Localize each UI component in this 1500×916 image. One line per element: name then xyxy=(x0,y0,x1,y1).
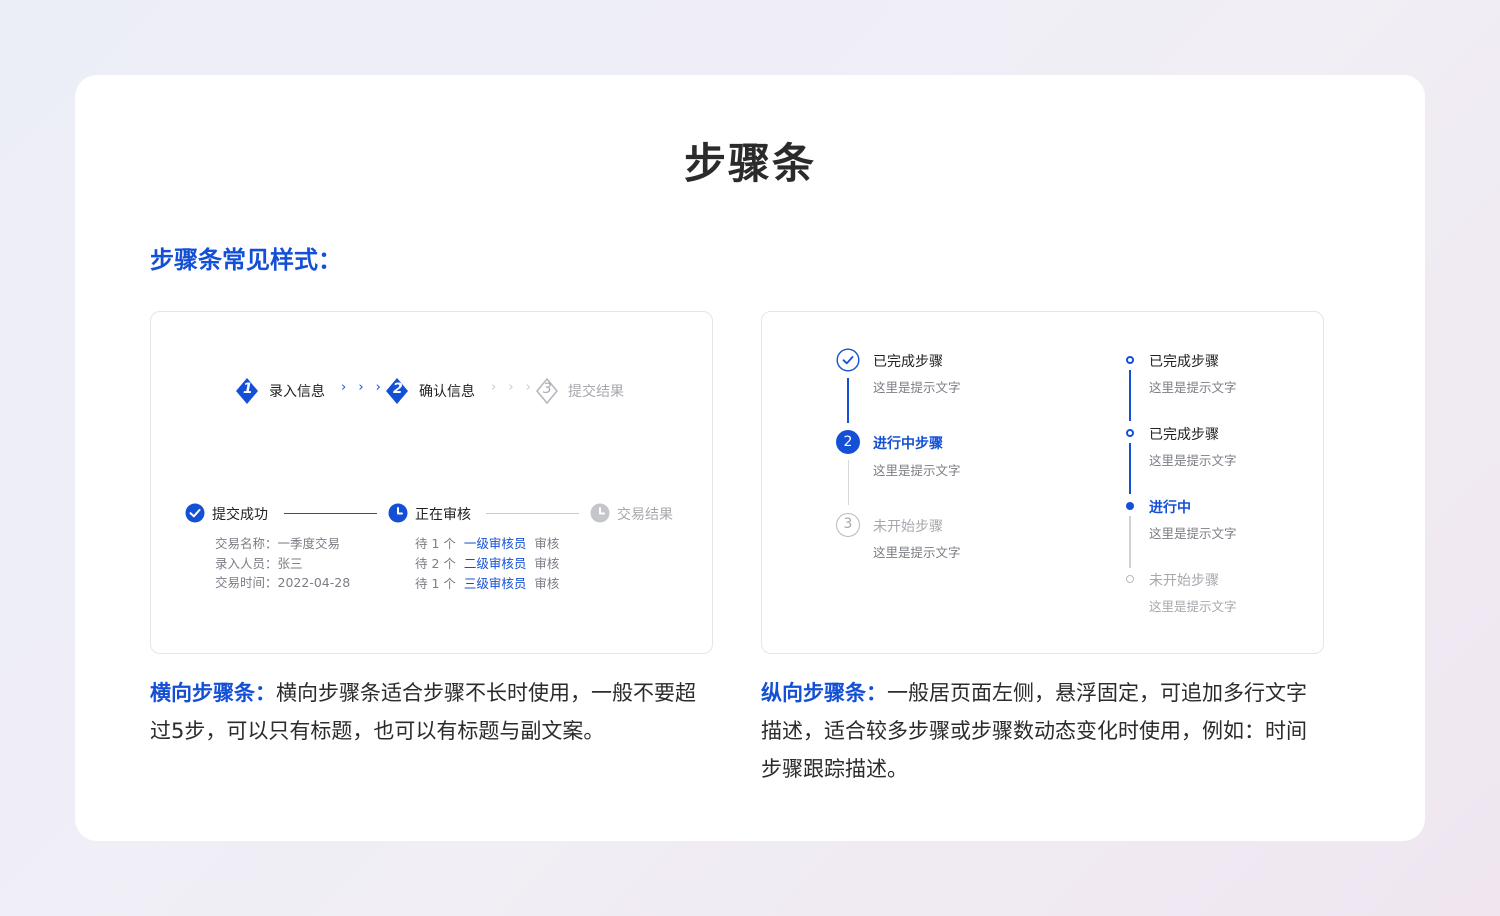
clock-icon xyxy=(388,503,408,523)
clock-icon xyxy=(590,503,610,523)
step-label[interactable]: 未开始步骤 xyxy=(1149,570,1219,590)
horizontal-caption: 横向步骤条：横向步骤条适合步骤不长时使用，一般不要超过5步，可以只有标题，也可以… xyxy=(150,674,715,750)
step-label[interactable]: 已完成步骤 xyxy=(1149,351,1219,371)
step-number: 3 xyxy=(843,516,853,532)
caption-heading: 横向步骤条： xyxy=(150,681,276,705)
step-separator: › › › xyxy=(341,380,385,395)
step-number: 2 xyxy=(843,434,853,450)
step-number-badge: 3 xyxy=(836,513,860,537)
detail-line: 交易时间：2022-04-28 xyxy=(215,575,351,590)
step-connector xyxy=(1129,443,1131,494)
reviewer-line: 待 1 个 一级审核员 审核 xyxy=(415,533,559,552)
hollow-dot-icon xyxy=(1126,356,1134,364)
step-label[interactable]: 正在审核 xyxy=(415,504,471,524)
hollow-dot-icon xyxy=(1126,575,1134,583)
reviewer-line: 待 2 个 二级审核员 审核 xyxy=(415,553,559,572)
step-connector xyxy=(284,513,377,514)
step-connector xyxy=(847,460,849,505)
reviewer-suffix: 审核 xyxy=(534,556,560,571)
reviewer-suffix: 审核 xyxy=(534,536,560,551)
reviewer-suffix: 审核 xyxy=(534,576,560,591)
step-label[interactable]: 提交成功 xyxy=(212,504,268,524)
step-label[interactable]: 已完成步骤 xyxy=(1149,424,1219,444)
step-description: 这里是提示文字 xyxy=(1149,526,1237,541)
step-label[interactable]: 已完成步骤 xyxy=(873,351,943,371)
reviewer-prefix: 待 2 个 xyxy=(415,556,456,571)
reviewer-link[interactable]: 二级审核员 xyxy=(464,556,527,571)
vertical-caption: 纵向步骤条：一般居页面左侧，悬浮固定，可追加多行文字描述，适合较多步骤或步骤数动… xyxy=(761,674,1326,788)
step-description: 这里是提示文字 xyxy=(1149,453,1237,468)
step-label[interactable]: 交易结果 xyxy=(617,504,673,524)
reviewer-link[interactable]: 三级审核员 xyxy=(464,576,527,591)
horizontal-steps-panel: 1 录入信息 › › › 2 确认信息 › › › 3 提交结果 提交成功 交易… xyxy=(150,311,713,654)
vertical-steps-panel: 已完成步骤 这里是提示文字 2 进行中步骤 这里是提示文字 3 未开始步骤 这里… xyxy=(761,311,1324,654)
step-label[interactable]: 进行中 xyxy=(1149,497,1191,517)
reviewer-link[interactable]: 一级审核员 xyxy=(464,536,527,551)
filled-dot-icon xyxy=(1126,502,1134,510)
step-description: 这里是提示文字 xyxy=(1149,599,1237,614)
hollow-dot-icon xyxy=(1126,429,1134,437)
step-label[interactable]: 未开始步骤 xyxy=(873,516,943,536)
step-label[interactable]: 确认信息 xyxy=(419,381,475,401)
step-description: 这里是提示文字 xyxy=(873,545,961,560)
step-connector xyxy=(486,513,579,514)
check-circle-icon xyxy=(836,348,860,372)
step-number: 3 xyxy=(543,381,552,397)
reviewer-line: 待 1 个 三级审核员 审核 xyxy=(415,573,559,592)
step-description: 这里是提示文字 xyxy=(1149,380,1237,395)
step-number-badge: 2 xyxy=(836,430,860,454)
detail-line: 录入人员：张三 xyxy=(215,556,303,571)
step-label[interactable]: 提交结果 xyxy=(568,381,624,401)
step-connector xyxy=(1129,370,1131,421)
section-heading: 步骤条常见样式： xyxy=(150,246,342,274)
step-description: 这里是提示文字 xyxy=(873,463,961,478)
step-connector xyxy=(847,378,849,423)
reviewer-prefix: 待 1 个 xyxy=(415,576,456,591)
reviewer-prefix: 待 1 个 xyxy=(415,536,456,551)
step-number: 2 xyxy=(393,381,403,397)
caption-heading: 纵向步骤条： xyxy=(761,681,887,705)
step-number: 1 xyxy=(243,381,253,397)
step-connector xyxy=(1129,516,1131,568)
step-label[interactable]: 进行中步骤 xyxy=(873,433,943,453)
step-label[interactable]: 录入信息 xyxy=(269,381,325,401)
check-icon xyxy=(185,503,205,523)
detail-line: 交易名称：一季度交易 xyxy=(215,536,341,551)
step-description: 这里是提示文字 xyxy=(873,380,961,395)
step-separator: › › › xyxy=(491,380,535,395)
page-title: 步骤条 xyxy=(683,139,816,188)
